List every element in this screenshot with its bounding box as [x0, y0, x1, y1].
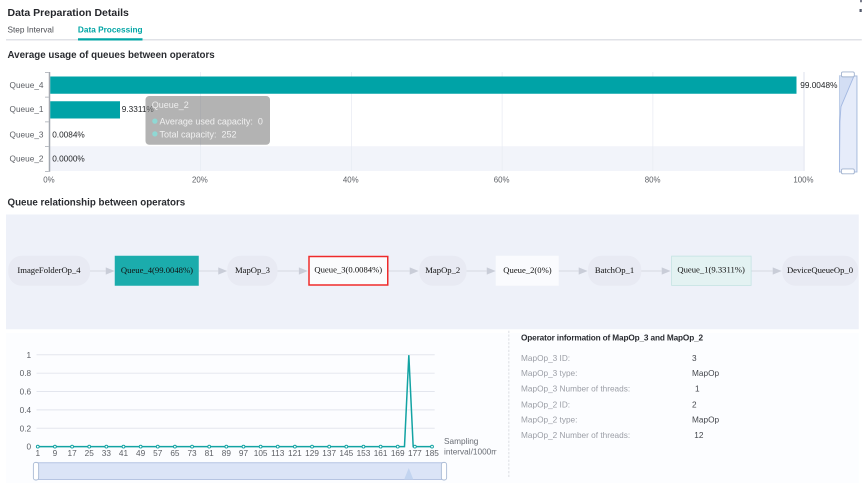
svg-text:0.4: 0.4 [20, 406, 32, 415]
svg-text:0.6: 0.6 [20, 388, 32, 397]
svg-text:1: 1 [27, 351, 32, 360]
svg-text:0.8: 0.8 [20, 369, 32, 378]
svg-text:0.2: 0.2 [20, 424, 32, 433]
svg-text:0: 0 [27, 443, 32, 452]
